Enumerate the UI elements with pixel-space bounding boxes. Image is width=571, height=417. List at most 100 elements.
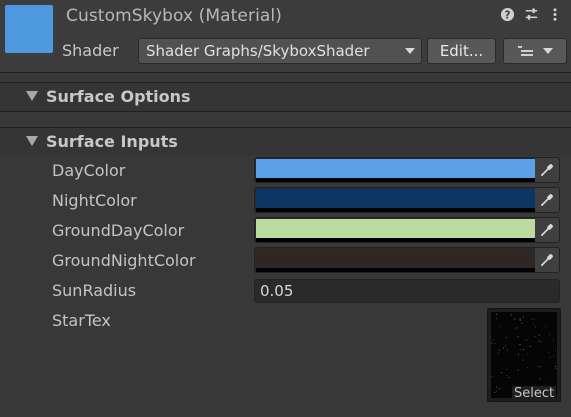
star-speck <box>516 327 518 329</box>
star-speck <box>555 349 556 351</box>
list-menu-icon <box>517 46 533 56</box>
star-speck <box>535 326 536 328</box>
star-speck <box>522 317 524 319</box>
shader-label: Shader <box>62 41 119 60</box>
star-speck <box>498 388 500 390</box>
star-speck <box>539 366 541 368</box>
header-divider <box>0 72 571 73</box>
ground-day-color-swatch[interactable] <box>256 219 535 238</box>
star-speck <box>492 339 494 341</box>
surface-options-header[interactable]: Surface Options <box>0 83 571 111</box>
preset-sliders-icon[interactable] <box>523 6 539 22</box>
star-speck <box>527 353 529 355</box>
star-tex-label: StarTex <box>52 311 111 330</box>
star-speck <box>555 366 557 367</box>
header-icons: ? <box>499 6 563 22</box>
star-speck <box>498 349 500 351</box>
star-speck <box>514 318 516 320</box>
star-speck <box>530 346 531 347</box>
star-speck <box>526 340 528 341</box>
star-speck <box>491 376 493 378</box>
star-speck <box>496 390 497 392</box>
eyedropper-icon[interactable] <box>535 248 559 272</box>
star-speck <box>520 349 522 351</box>
star-speck <box>496 386 497 388</box>
star-speck <box>506 369 508 370</box>
star-speck <box>531 319 533 321</box>
day-color-swatch[interactable] <box>256 159 535 178</box>
star-speck <box>498 352 499 354</box>
alpha-bar <box>256 268 535 272</box>
star-speck <box>496 317 498 319</box>
star-speck <box>517 369 519 371</box>
shader-options-button[interactable] <box>503 38 567 64</box>
star-speck <box>537 366 539 368</box>
eyedropper-icon[interactable] <box>535 188 559 212</box>
star-speck <box>510 314 512 316</box>
star-speck <box>503 347 505 349</box>
alpha-bar <box>256 208 535 212</box>
sun-radius-input[interactable]: 0.05 <box>254 279 560 303</box>
svg-text:?: ? <box>504 9 510 21</box>
star-speck <box>548 352 550 353</box>
star-speck <box>496 313 498 315</box>
star-speck <box>533 323 535 325</box>
star-speck <box>539 340 540 342</box>
star-speck <box>508 377 510 378</box>
star-speck <box>523 316 524 318</box>
alpha-bar <box>256 238 535 242</box>
star-speck <box>519 319 521 321</box>
star-speck <box>525 338 527 340</box>
ground-night-color-field[interactable] <box>254 247 560 273</box>
section-divider <box>0 111 571 112</box>
star-speck <box>534 335 536 337</box>
ground-day-color-field[interactable] <box>254 217 560 243</box>
star-speck <box>527 367 528 369</box>
star-speck <box>545 326 546 328</box>
star-speck <box>545 383 546 385</box>
ground-night-color-label: GroundNightColor <box>52 251 196 270</box>
star-speck <box>522 359 524 361</box>
help-icon[interactable]: ? <box>499 6 515 22</box>
star-speck <box>491 342 493 344</box>
star-speck <box>519 318 521 320</box>
chevron-down-icon <box>542 48 553 54</box>
star-speck <box>538 334 540 336</box>
star-speck <box>553 339 554 341</box>
star-speck <box>539 378 541 380</box>
star-speck <box>506 349 508 351</box>
eyedropper-icon[interactable] <box>535 218 559 242</box>
material-title: CustomSkybox (Material) <box>66 6 282 26</box>
alpha-bar <box>256 178 535 182</box>
surface-inputs-label: Surface Inputs <box>46 132 178 151</box>
star-speck <box>494 391 496 393</box>
star-speck <box>506 375 508 376</box>
shader-dropdown[interactable]: Shader Graphs/SkyboxShader <box>138 38 422 64</box>
kebab-menu-icon[interactable] <box>547 6 563 22</box>
select-texture-button[interactable]: Select <box>512 386 557 401</box>
star-speck <box>517 336 519 337</box>
foldout-arrow-icon <box>26 91 38 101</box>
star-tex-slot[interactable]: Select <box>487 308 561 402</box>
star-speck <box>501 372 502 373</box>
shader-dropdown-value: Shader Graphs/SkyboxShader <box>146 42 370 60</box>
day-color-field[interactable] <box>254 157 560 183</box>
star-speck <box>494 343 496 345</box>
star-speck <box>533 318 535 320</box>
star-speck <box>523 349 524 351</box>
night-color-field[interactable] <box>254 187 560 213</box>
edit-shader-button[interactable]: Edit... <box>427 38 496 64</box>
night-color-swatch[interactable] <box>256 189 535 208</box>
surface-inputs-header[interactable]: Surface Inputs <box>0 128 571 156</box>
ground-day-color-label: GroundDayColor <box>52 221 185 240</box>
night-color-label: NightColor <box>52 191 137 210</box>
star-speck <box>518 354 519 356</box>
material-preview-thumbnail[interactable] <box>5 5 53 53</box>
surface-options-label: Surface Options <box>46 87 191 106</box>
star-speck <box>541 341 542 343</box>
star-speck <box>549 356 551 358</box>
eyedropper-icon[interactable] <box>535 158 559 182</box>
foldout-arrow-icon <box>26 136 38 146</box>
ground-night-color-swatch[interactable] <box>256 249 535 268</box>
day-color-label: DayColor <box>52 161 126 180</box>
